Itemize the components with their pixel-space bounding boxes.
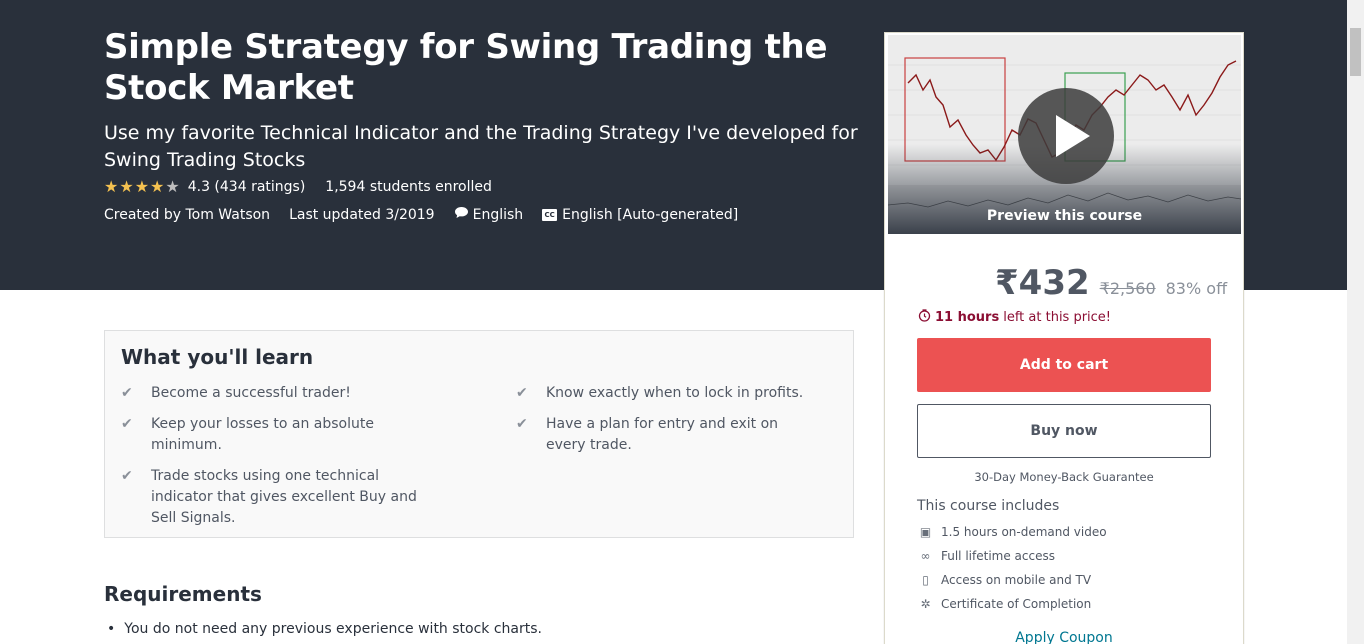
last-updated: Last updated 3/2019 xyxy=(289,206,435,223)
includes-title: This course includes xyxy=(917,498,1060,514)
closed-captions-icon: CC xyxy=(542,208,558,221)
course-preview[interactable]: Preview this course xyxy=(888,35,1241,234)
star-icon: ★ xyxy=(119,177,134,196)
page-scrollbar[interactable] xyxy=(1347,0,1364,644)
language: English xyxy=(454,206,524,223)
includes-list: ▣ 1.5 hours on-demand video ∞ Full lifet… xyxy=(917,520,1107,616)
preview-label: Preview this course xyxy=(986,208,1143,224)
price-row: ₹432 ₹2,560 83% off xyxy=(995,263,1227,303)
enrolled-count: 1,594 students enrolled xyxy=(325,179,492,195)
star-icon: ★ xyxy=(134,177,150,196)
learn-item-text: Keep your losses to an absolute minimum. xyxy=(151,416,374,453)
checkmark-icon: ✔ xyxy=(516,385,528,401)
captions-label: English [Auto-generated] xyxy=(562,206,739,223)
add-to-cart-button[interactable]: Add to cart xyxy=(917,338,1211,392)
learn-item: ✔ Become a successful trader! xyxy=(121,383,441,404)
star-rating: ★ ★ ★ ★ ★ xyxy=(104,179,180,195)
current-price: ₹432 xyxy=(995,263,1090,303)
requirement-item: • You do not need any previous experienc… xyxy=(107,621,542,637)
learn-item-text: Have a plan for entry and exit on every … xyxy=(546,416,779,453)
created-by-label: Created by xyxy=(104,206,182,223)
author-link[interactable]: Tom Watson xyxy=(185,207,270,223)
include-item-lifetime: ∞ Full lifetime access xyxy=(917,544,1107,568)
apply-coupon-link[interactable]: Apply Coupon xyxy=(885,630,1243,644)
learn-item-text: Become a successful trader! xyxy=(151,385,351,401)
rating-row: ★ ★ ★ ★ ★ 4.3 (434 ratings) 1,594 studen… xyxy=(104,179,492,196)
infinity-icon: ∞ xyxy=(920,549,931,563)
learn-item: ✔ Keep your losses to an absolute minimu… xyxy=(121,414,441,456)
scrollbar-thumb[interactable] xyxy=(1350,28,1361,76)
captions: CC English [Auto-generated] xyxy=(542,207,738,223)
requirement-text: You do not need any previous experience … xyxy=(124,621,542,637)
include-item-mobile: ▯ Access on mobile and TV xyxy=(917,568,1107,592)
include-item-label: Certificate of Completion xyxy=(941,597,1092,611)
alarm-clock-icon xyxy=(918,309,931,326)
certificate-icon: ✲ xyxy=(920,597,931,611)
include-item-label: 1.5 hours on-demand video xyxy=(941,525,1107,539)
speech-bubble-icon xyxy=(454,206,469,223)
learn-title: What you'll learn xyxy=(121,345,314,369)
language-label: English xyxy=(472,207,524,223)
course-subtitle: Use my favorite Technical Indicator and … xyxy=(104,122,858,171)
buy-now-button[interactable]: Buy now xyxy=(917,404,1211,458)
course-title: Simple Strategy for Swing Trading the St… xyxy=(104,27,828,108)
timer-text: left at this price! xyxy=(1003,310,1112,325)
checkmark-icon: ✔ xyxy=(121,468,133,484)
star-half-icon: ★ xyxy=(165,177,180,196)
requirements-title: Requirements xyxy=(104,582,262,606)
learn-item: ✔ Know exactly when to lock in profits. xyxy=(516,383,836,404)
timer-hours: 11 hours xyxy=(935,310,1000,325)
money-back-guarantee: 30-Day Money-Back Guarantee xyxy=(974,470,1154,484)
original-price: ₹2,560 xyxy=(1099,279,1156,298)
learn-item-text: Know exactly when to lock in profits. xyxy=(546,385,804,401)
checkmark-icon: ✔ xyxy=(121,385,133,401)
video-icon: ▣ xyxy=(919,525,932,539)
course-meta: Created by Tom Watson Last updated 3/201… xyxy=(104,206,738,224)
learn-item-text: Trade stocks using one technical indicat… xyxy=(151,468,417,526)
star-icon: ★ xyxy=(150,177,165,196)
learn-item: ✔ Trade stocks using one technical indic… xyxy=(121,466,431,529)
include-item-video: ▣ 1.5 hours on-demand video xyxy=(917,520,1107,544)
mobile-icon: ▯ xyxy=(922,573,929,587)
checkmark-icon: ✔ xyxy=(516,416,528,432)
learn-item: ✔ Have a plan for entry and exit on ever… xyxy=(516,414,816,456)
purchase-sidebar: Preview this course ₹432 ₹2,560 83% off … xyxy=(884,32,1244,644)
discount-percent: 83% off xyxy=(1165,279,1228,298)
play-icon[interactable] xyxy=(1018,88,1114,184)
include-item-certificate: ✲ Certificate of Completion xyxy=(917,592,1107,616)
star-icon: ★ xyxy=(104,177,119,196)
include-item-label: Access on mobile and TV xyxy=(941,573,1092,587)
checkmark-icon: ✔ xyxy=(121,416,133,432)
what-youll-learn: What you'll learn ✔ Become a successful … xyxy=(104,330,854,538)
price-timer: 11 hours left at this price! xyxy=(918,309,1111,326)
include-item-label: Full lifetime access xyxy=(941,549,1055,563)
rating-text[interactable]: 4.3 (434 ratings) xyxy=(188,179,306,195)
